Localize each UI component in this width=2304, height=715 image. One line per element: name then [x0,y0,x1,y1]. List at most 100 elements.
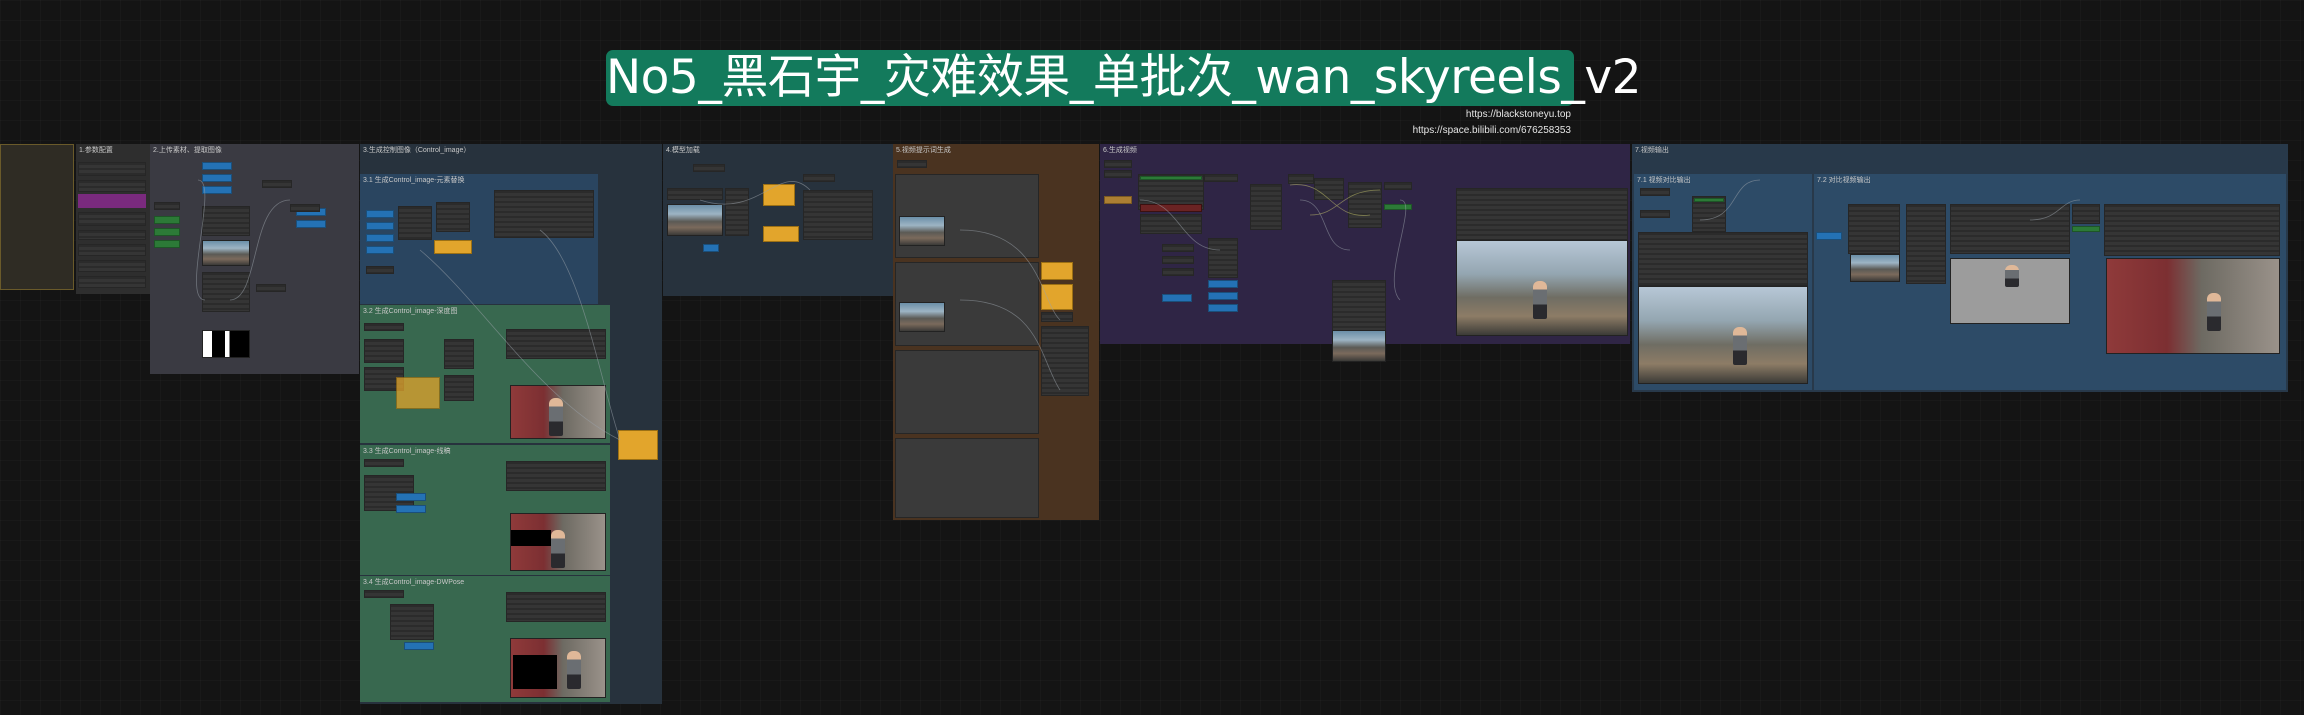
node[interactable] [1162,244,1194,252]
group-video-prompt[interactable]: 5.视频提示词生成 [893,144,1099,520]
node[interactable] [290,204,320,212]
node[interactable] [1384,182,1412,190]
node-highlight[interactable] [78,194,146,208]
node[interactable] [1640,210,1670,218]
node[interactable] [366,266,394,274]
node-blue[interactable] [366,222,394,230]
node[interactable] [1162,268,1194,276]
node-blue[interactable] [202,186,232,194]
node[interactable] [803,174,835,182]
node-green[interactable] [1140,176,1202,180]
node[interactable] [364,339,404,363]
node-video-preview[interactable] [1638,232,1808,286]
node[interactable] [78,260,146,272]
node[interactable] [436,202,470,232]
node[interactable] [398,206,432,240]
group-1-left-panel[interactable] [0,144,74,290]
node-video-preview[interactable] [1456,188,1628,240]
node[interactable] [78,162,146,176]
node[interactable] [1250,184,1282,230]
node-green[interactable] [154,240,180,248]
node-green[interactable] [1694,198,1724,202]
node-red[interactable] [1140,204,1202,212]
group-control-image-depth[interactable]: 3.2 生成Control_image-深度图 [360,305,610,443]
node[interactable] [667,188,723,200]
group-compare-video-output[interactable]: 7.2 对比视频输出 [1814,174,2286,390]
bilibili-link[interactable]: https://space.bilibili.com/676258353 [1413,125,1571,136]
node-prompt-section[interactable] [895,350,1039,434]
node[interactable] [364,323,404,331]
node[interactable] [1208,238,1238,278]
node-blue[interactable] [296,220,326,228]
node-yellow-output[interactable] [618,430,658,460]
node[interactable] [154,202,180,210]
node[interactable] [1288,174,1314,184]
node-green[interactable] [1384,204,1412,210]
node[interactable] [1950,204,2070,254]
node-blue[interactable] [396,493,426,501]
node[interactable] [1314,178,1344,200]
node-yellow[interactable] [1041,262,1073,280]
node-video-loader[interactable] [202,206,250,236]
node[interactable] [1140,214,1202,234]
node-yellow[interactable] [1041,284,1073,310]
node-blue[interactable] [404,642,434,650]
node-yellow[interactable] [763,226,799,242]
node-blue[interactable] [366,234,394,242]
node[interactable] [444,339,474,369]
website-link[interactable]: https://blackstoneyu.top [1466,109,1571,120]
node[interactable] [256,284,286,292]
node[interactable] [390,604,434,640]
node[interactable] [693,164,725,172]
node-yellow[interactable] [763,184,795,206]
node-blue[interactable] [703,244,719,252]
node[interactable] [1848,204,1900,254]
node[interactable] [78,212,146,226]
node[interactable] [897,160,927,168]
node-blue[interactable] [396,505,426,513]
group-upload-material[interactable]: 2.上传素材、提取图像 [150,144,359,374]
node-yellow[interactable] [1104,196,1132,204]
node[interactable] [78,180,146,192]
node-yellow[interactable] [434,240,472,254]
node-blue[interactable] [1162,294,1192,302]
node[interactable] [1041,312,1073,322]
node-blue[interactable] [1816,232,1842,240]
group-control-image-element[interactable]: 3.1 生成Control_image-元素替换 [360,174,598,304]
node[interactable] [1041,326,1089,396]
node[interactable] [364,459,404,467]
node-blue[interactable] [1208,304,1238,312]
node-blue[interactable] [1208,280,1238,288]
node-green[interactable] [154,228,180,236]
node-green[interactable] [2072,226,2100,232]
group-video-output-compare[interactable]: 7.1 视频对比输出 [1634,174,1812,390]
node[interactable] [78,230,146,240]
node-preview[interactable] [494,190,594,238]
node[interactable] [1640,188,1670,196]
node[interactable] [78,244,146,256]
node[interactable] [1162,256,1194,264]
node-prompt-section[interactable] [895,438,1039,518]
group-generate-video[interactable]: 6.生成视频 [1100,144,1630,362]
group-parameter-config[interactable]: 1.参数配置 [76,144,150,294]
node-green[interactable] [154,216,180,224]
node[interactable] [506,592,606,622]
node-yellow[interactable] [396,377,440,409]
group-control-image-dwpose[interactable]: 3.4 生成Control_image-DWPose [360,576,610,702]
node[interactable] [262,180,292,188]
group-control-image-lineart[interactable]: 3.3 生成Control_image-线稿 [360,445,610,575]
node[interactable] [444,375,474,401]
node[interactable] [78,276,146,288]
node[interactable] [1104,160,1132,168]
node[interactable] [1104,170,1132,178]
group-model-loading[interactable]: 4.模型加载 [663,144,893,296]
node-blue[interactable] [1208,292,1238,300]
node[interactable] [506,329,606,359]
node-blue[interactable] [366,246,394,254]
node[interactable] [1348,182,1382,228]
node[interactable] [1204,174,1238,182]
node-blue[interactable] [366,210,394,218]
node[interactable] [364,590,404,598]
node[interactable] [202,272,250,312]
node[interactable] [1906,204,1946,284]
